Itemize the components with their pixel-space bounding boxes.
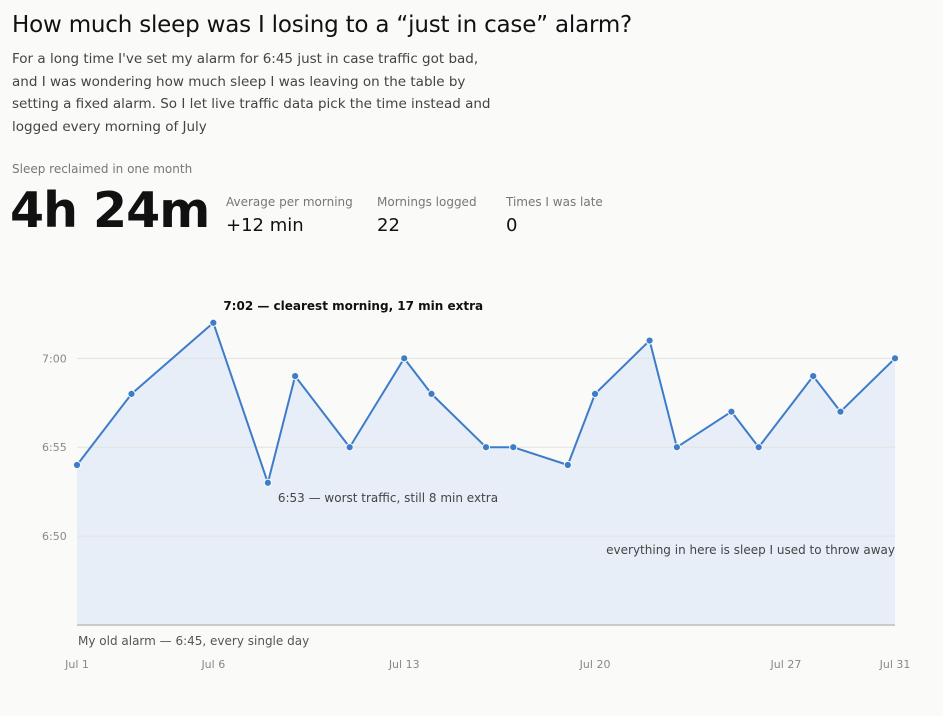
data-point bbox=[481, 443, 491, 452]
baseline-label: My old alarm — 6:45, every single day bbox=[78, 634, 309, 648]
data-point bbox=[836, 407, 845, 416]
data-point bbox=[427, 389, 436, 398]
annotation-worst: 6:53 — worst traffic, still 8 min extra bbox=[278, 491, 498, 505]
data-point bbox=[72, 460, 82, 470]
data-point bbox=[890, 354, 900, 363]
data-point bbox=[291, 372, 300, 381]
data-point bbox=[400, 354, 409, 363]
x-tick-label: Jul 1 bbox=[64, 658, 89, 671]
data-point bbox=[727, 407, 736, 416]
data-point bbox=[809, 372, 818, 381]
x-tick-label: Jul 20 bbox=[579, 658, 611, 671]
data-point bbox=[263, 478, 272, 487]
data-point bbox=[590, 389, 600, 398]
x-tick-label: Jul 31 bbox=[879, 658, 911, 671]
x-tick-label: Jul 27 bbox=[770, 658, 802, 671]
y-tick-label: 6:50 bbox=[42, 530, 67, 543]
x-tick-label: Jul 6 bbox=[200, 658, 225, 671]
data-point bbox=[345, 443, 354, 452]
x-tick-label: Jul 13 bbox=[388, 658, 420, 671]
y-tick-label: 6:55 bbox=[42, 441, 67, 454]
alarm-time-chart: 6:50 6:55 7:00 My old alarm — 6:45, every s… bbox=[42, 299, 911, 671]
data-point bbox=[509, 443, 518, 452]
data-point bbox=[672, 443, 681, 452]
data-point bbox=[754, 443, 763, 452]
data-point bbox=[127, 389, 136, 398]
data-point bbox=[209, 318, 218, 327]
y-tick-label: 7:00 bbox=[42, 352, 67, 365]
annotation-clearest: 7:02 — clearest morning, 17 min extra bbox=[223, 299, 483, 313]
area-note: everything in here is sleep I used to th… bbox=[606, 543, 895, 557]
reclaimed-sleep-area bbox=[77, 322, 895, 625]
data-point bbox=[645, 336, 654, 345]
data-point bbox=[563, 460, 572, 470]
